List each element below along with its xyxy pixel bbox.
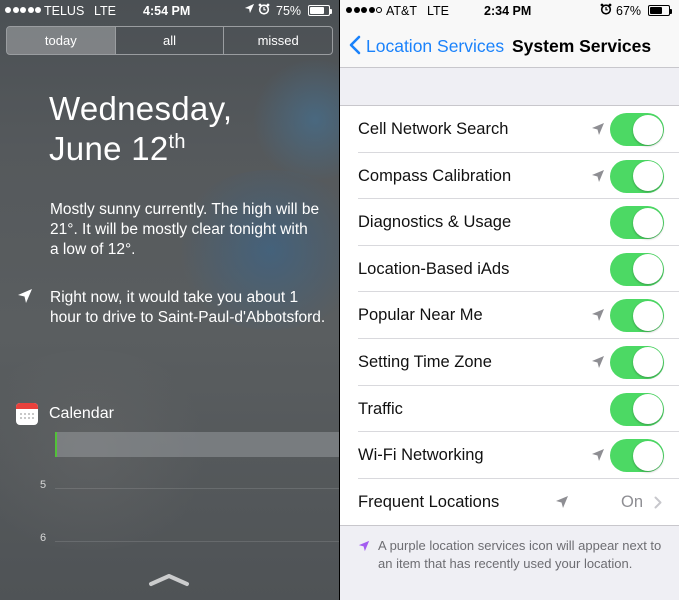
location-used-icon bbox=[592, 449, 604, 462]
purple-location-icon bbox=[358, 540, 370, 552]
alarm-icon bbox=[600, 3, 612, 18]
row-label: Cell Network Search bbox=[358, 120, 509, 138]
date-text: June 12 bbox=[49, 130, 169, 167]
traffic-toggle[interactable] bbox=[610, 392, 664, 426]
footer-note: A purple location services icon will app… bbox=[358, 537, 668, 572]
location-used-icon bbox=[592, 309, 604, 322]
signal-strength-icon bbox=[346, 7, 382, 13]
grabber-icon[interactable] bbox=[148, 573, 190, 587]
diagnostics-usage-toggle[interactable] bbox=[610, 206, 664, 240]
system-services-list: Cell Network Search Compass Calibration … bbox=[340, 105, 679, 527]
calendar-hour-line bbox=[55, 541, 339, 542]
status-bar: AT&T LTE 2:34 PM 67% bbox=[340, 0, 679, 22]
calendar-hour-label: 6 bbox=[40, 532, 47, 544]
list-item-cell-network-search: Cell Network Search bbox=[340, 106, 679, 153]
date-month-day: June 12th bbox=[49, 130, 186, 168]
location-services-icon bbox=[244, 3, 255, 17]
frequent-locations-row[interactable]: Frequent Locations On bbox=[340, 479, 679, 526]
status-time: 2:34 PM bbox=[484, 4, 532, 18]
row-label: Compass Calibration bbox=[358, 166, 512, 185]
chevron-right-icon bbox=[654, 496, 662, 509]
list-item-location-based-iads: Location-Based iAds bbox=[340, 246, 679, 293]
status-time: 4:54 PM bbox=[143, 4, 191, 18]
signal-strength-icon bbox=[5, 7, 41, 13]
row-label: Popular Near Me bbox=[358, 306, 483, 325]
network-type: LTE bbox=[427, 4, 449, 18]
date-suffix: th bbox=[168, 131, 186, 153]
date-weekday: Wednesday, bbox=[49, 90, 233, 127]
battery-icon bbox=[648, 5, 672, 16]
popular-near-me-toggle[interactable] bbox=[610, 299, 664, 333]
calendar-all-day-bar bbox=[55, 432, 339, 457]
page-title: System Services bbox=[512, 36, 652, 56]
cell-network-search-toggle[interactable] bbox=[610, 113, 664, 146]
row-label: Setting Time Zone bbox=[358, 352, 492, 371]
network-type: LTE bbox=[94, 4, 116, 18]
navigation-bar: AT&T LTE 2:34 PM 67% Location Services S… bbox=[340, 0, 679, 68]
calendar-title: Calendar bbox=[49, 405, 114, 422]
back-chevron-icon[interactable] bbox=[348, 35, 362, 55]
row-label: Traffic bbox=[358, 399, 403, 418]
list-item-popular-near-me: Popular Near Me bbox=[340, 292, 679, 339]
location-used-icon bbox=[592, 355, 604, 368]
wifi-networking-toggle[interactable] bbox=[610, 439, 664, 473]
location-arrow-icon bbox=[18, 289, 32, 303]
background-blur bbox=[250, 60, 339, 180]
settings-screen: AT&T LTE 2:34 PM 67% Location Services S… bbox=[340, 0, 679, 600]
traffic-summary: Right now, it would take you about 1 hou… bbox=[50, 289, 326, 326]
footer-text: A purple location services icon will app… bbox=[378, 538, 662, 571]
back-button[interactable]: Location Services bbox=[366, 36, 504, 57]
frequent-locations-value: On bbox=[620, 492, 643, 511]
list-item-compass-calibration: Compass Calibration bbox=[340, 153, 679, 200]
battery-icon bbox=[308, 5, 332, 16]
calendar-icon bbox=[16, 403, 38, 425]
alarm-icon bbox=[258, 3, 270, 18]
list-item-diagnostics-usage: Diagnostics & Usage bbox=[340, 199, 679, 246]
battery-percent: 67% bbox=[616, 4, 642, 18]
location-used-icon bbox=[592, 123, 604, 135]
carrier-name: AT&T bbox=[386, 4, 418, 18]
row-label: Wi-Fi Networking bbox=[358, 446, 484, 465]
calendar-hour-line bbox=[55, 488, 339, 489]
tab-all[interactable]: all bbox=[116, 27, 225, 54]
carrier-name: TELUS bbox=[44, 4, 85, 18]
notification-center: TELUS LTE 4:54 PM 75% today all missed W… bbox=[0, 0, 339, 600]
tab-today[interactable]: today bbox=[7, 27, 116, 54]
location-used-icon bbox=[556, 495, 568, 508]
status-bar: TELUS LTE 4:54 PM 75% bbox=[0, 0, 339, 22]
list-item-setting-time-zone: Setting Time Zone bbox=[340, 339, 679, 386]
location-used-icon bbox=[592, 169, 604, 182]
calendar-hour-label: 5 bbox=[40, 479, 47, 491]
location-based-iads-toggle[interactable] bbox=[610, 252, 664, 286]
notification-tabs: today all missed bbox=[6, 26, 333, 55]
row-label: Location-Based iAds bbox=[358, 259, 510, 278]
tab-missed[interactable]: missed bbox=[224, 27, 332, 54]
list-item-wifi-networking: Wi-Fi Networking bbox=[340, 432, 679, 479]
compass-calibration-toggle[interactable] bbox=[610, 159, 664, 193]
current-time-marker bbox=[55, 432, 57, 457]
row-label: Frequent Locations bbox=[358, 492, 500, 511]
weather-summary: Mostly sunny currently. The high will be… bbox=[50, 201, 320, 258]
setting-time-zone-toggle[interactable] bbox=[610, 345, 664, 379]
battery-percent: 75% bbox=[276, 4, 302, 18]
row-label: Diagnostics & Usage bbox=[358, 213, 512, 232]
list-item-traffic: Traffic bbox=[340, 386, 679, 433]
